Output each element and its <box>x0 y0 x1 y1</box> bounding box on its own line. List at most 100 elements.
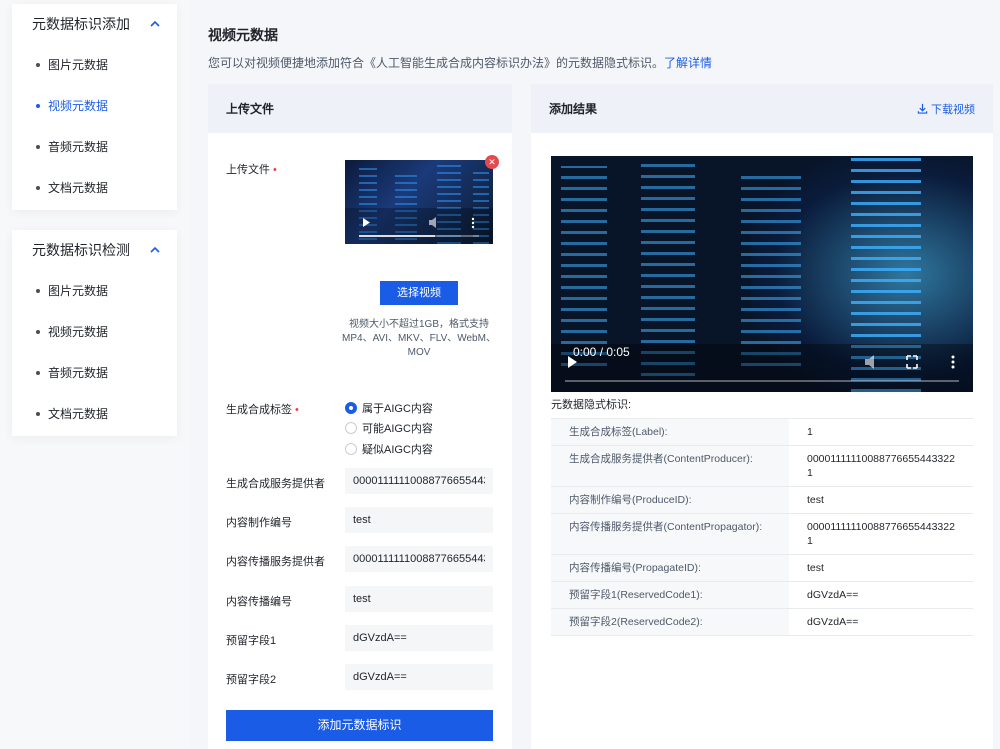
table-row: 生成合成服务提供者(ContentProducer): 0000111111008… <box>551 445 973 487</box>
table-row: 预留字段1(ReservedCode1): dGVzdA== <box>551 581 973 609</box>
upload-label: 上传文件 • <box>226 161 277 177</box>
metadata-key: 生成合成标签(Label): <box>551 418 789 446</box>
nav-group-detect: 元数据标识检测 图片元数据 视频元数据 音频元数据 文档元数据 <box>12 230 177 436</box>
download-video-link[interactable]: 下载视频 <box>917 101 975 117</box>
metadata-key: 内容传播编号(PropagateID): <box>551 554 789 582</box>
sidebar-item-label: 视频元数据 <box>48 325 109 339</box>
nav-group-add-header[interactable]: 元数据标识添加 <box>12 4 177 44</box>
sidebar-item-detect-image[interactable]: 图片元数据 <box>12 270 177 311</box>
sidebar-item-label: 文档元数据 <box>48 407 109 421</box>
metadata-value: dGVzdA== <box>789 608 973 636</box>
tag-label: 生成合成标签 • <box>226 401 299 417</box>
radio-label: 疑似AIGC内容 <box>362 444 433 456</box>
sidebar-item-label: 视频元数据 <box>48 99 109 113</box>
field-label: 内容传播服务提供者 <box>226 556 325 568</box>
required-mark: • <box>273 164 277 176</box>
produce-id-input[interactable] <box>345 507 493 533</box>
sidebar-item-detect-audio[interactable]: 音频元数据 <box>12 352 177 393</box>
sidebar-item-add-video[interactable]: 视频元数据 <box>12 85 177 126</box>
radio-aigc[interactable]: 属于AIGC内容 <box>345 400 433 416</box>
radio-unchecked-icon[interactable] <box>345 422 357 434</box>
sidebar-item-add-document[interactable]: 文档元数据 <box>12 167 177 208</box>
bullet-icon <box>36 185 40 190</box>
download-icon <box>917 103 928 114</box>
select-video-button[interactable]: 选择视频 <box>380 281 458 305</box>
field-label: 内容制作编号 <box>226 517 292 529</box>
nav-group-detect-header[interactable]: 元数据标识检测 <box>12 230 177 270</box>
upload-hint: 视频大小不超过1GB，格式支持MP4、AVI、MKV、FLV、WebM、MOV <box>342 319 496 358</box>
nav-group-add-title: 元数据标识添加 <box>32 16 130 32</box>
sidebar-item-label: 图片元数据 <box>48 58 109 72</box>
sidebar-item-add-audio[interactable]: 音频元数据 <box>12 126 177 167</box>
chevron-up-icon[interactable] <box>149 244 161 256</box>
nav-group-add: 元数据标识添加 图片元数据 视频元数据 音频元数据 文档元数据 <box>12 4 177 210</box>
learn-more-link[interactable]: 了解详情 <box>664 56 712 70</box>
radio-suspected-aigc[interactable]: 疑似AIGC内容 <box>345 441 433 457</box>
uploaded-video-thumbnail[interactable] <box>345 160 493 244</box>
page-description: 您可以对视频便捷地添加符合《人工智能生成合成内容标识办法》的元数据隐式标识。了解… <box>208 54 712 71</box>
tag-label-text: 生成合成标签 <box>226 404 292 416</box>
field-label: 预留字段2 <box>226 674 277 686</box>
metadata-title: 元数据隐式标识: <box>551 399 632 411</box>
sidebar-item-label: 音频元数据 <box>48 140 109 154</box>
bullet-icon <box>36 329 40 334</box>
content-producer-input[interactable] <box>345 468 493 494</box>
content-propagator-input[interactable] <box>345 546 493 572</box>
metadata-key: 内容传播服务提供者(ContentPropagator): <box>551 513 789 555</box>
field-label: 预留字段1 <box>226 635 277 647</box>
reserved-code1-input[interactable] <box>345 625 493 651</box>
download-video-label: 下载视频 <box>931 103 975 116</box>
field-label: 内容传播编号 <box>226 596 292 608</box>
result-panel: 添加结果 下载视频 0:00 / 0:05 元数据隐式标识: 生成合成标签(La… <box>531 84 993 749</box>
metadata-key: 内容制作编号(ProduceID): <box>551 486 789 514</box>
bullet-icon <box>36 62 40 67</box>
radio-maybe-aigc[interactable]: 可能AIGC内容 <box>345 420 433 436</box>
radio-label: 可能AIGC内容 <box>362 423 433 435</box>
bullet-icon <box>36 288 40 293</box>
bullet-icon <box>36 144 40 149</box>
table-row: 内容制作编号(ProduceID): test <box>551 486 973 514</box>
upload-panel-title: 上传文件 <box>226 102 275 116</box>
table-row: 内容传播服务提供者(ContentPropagator): 00001111110… <box>551 513 973 555</box>
required-mark: • <box>295 404 299 416</box>
bullet-icon <box>36 370 40 375</box>
upload-label-text: 上传文件 <box>226 164 270 176</box>
bullet-icon <box>36 411 40 416</box>
sidebar-item-add-image[interactable]: 图片元数据 <box>12 44 177 85</box>
page-description-text: 您可以对视频便捷地添加符合《人工智能生成合成内容标识办法》的元数据隐式标识。 <box>208 56 665 70</box>
video-frame-decoration <box>741 176 801 366</box>
sidebar-item-detect-document[interactable]: 文档元数据 <box>12 393 177 434</box>
video-frame-decoration <box>561 166 607 366</box>
metadata-value: dGVzdA== <box>789 581 973 609</box>
propagate-id-input[interactable] <box>345 586 493 612</box>
sidebar: 元数据标识添加 图片元数据 视频元数据 音频元数据 文档元数据 元数据标识检测 … <box>0 0 190 749</box>
sidebar-item-label: 图片元数据 <box>48 284 109 298</box>
sidebar-item-label: 文档元数据 <box>48 181 109 195</box>
metadata-table: 生成合成标签(Label): 1 生成合成服务提供者(ContentProduce… <box>551 418 973 636</box>
thumbnail-player-controls <box>345 208 493 244</box>
table-row: 预留字段2(ReservedCode2): dGVzdA== <box>551 608 973 636</box>
metadata-value: 000011111100887766554433221 <box>789 513 973 555</box>
nav-group-detect-title: 元数据标识检测 <box>32 242 130 258</box>
radio-checked-icon[interactable] <box>345 402 357 414</box>
video-time: 0:00 / 0:05 <box>573 345 630 359</box>
metadata-key: 生成合成服务提供者(ContentProducer): <box>551 445 789 487</box>
bullet-icon <box>36 103 40 108</box>
metadata-value: 1 <box>789 418 973 446</box>
radio-unchecked-icon[interactable] <box>345 443 357 455</box>
metadata-value: 000011111100887766554433221 <box>789 445 973 487</box>
chevron-up-icon[interactable] <box>149 18 161 30</box>
remove-video-icon[interactable]: ✕ <box>485 155 499 169</box>
metadata-key: 预留字段1(ReservedCode1): <box>551 581 789 609</box>
field-label: 生成合成服务提供者 <box>226 478 325 490</box>
sidebar-item-detect-video[interactable]: 视频元数据 <box>12 311 177 352</box>
metadata-value: test <box>789 486 973 514</box>
add-metadata-button[interactable]: 添加元数据标识 <box>226 710 493 741</box>
reserved-code2-input[interactable] <box>345 664 493 690</box>
result-panel-header: 添加结果 下载视频 <box>531 84 993 133</box>
page-title: 视频元数据 <box>208 27 278 43</box>
video-frame-decoration <box>641 156 695 376</box>
table-row: 生成合成标签(Label): 1 <box>551 418 973 446</box>
radio-label: 属于AIGC内容 <box>362 403 433 415</box>
table-row: 内容传播编号(PropagateID): test <box>551 554 973 582</box>
